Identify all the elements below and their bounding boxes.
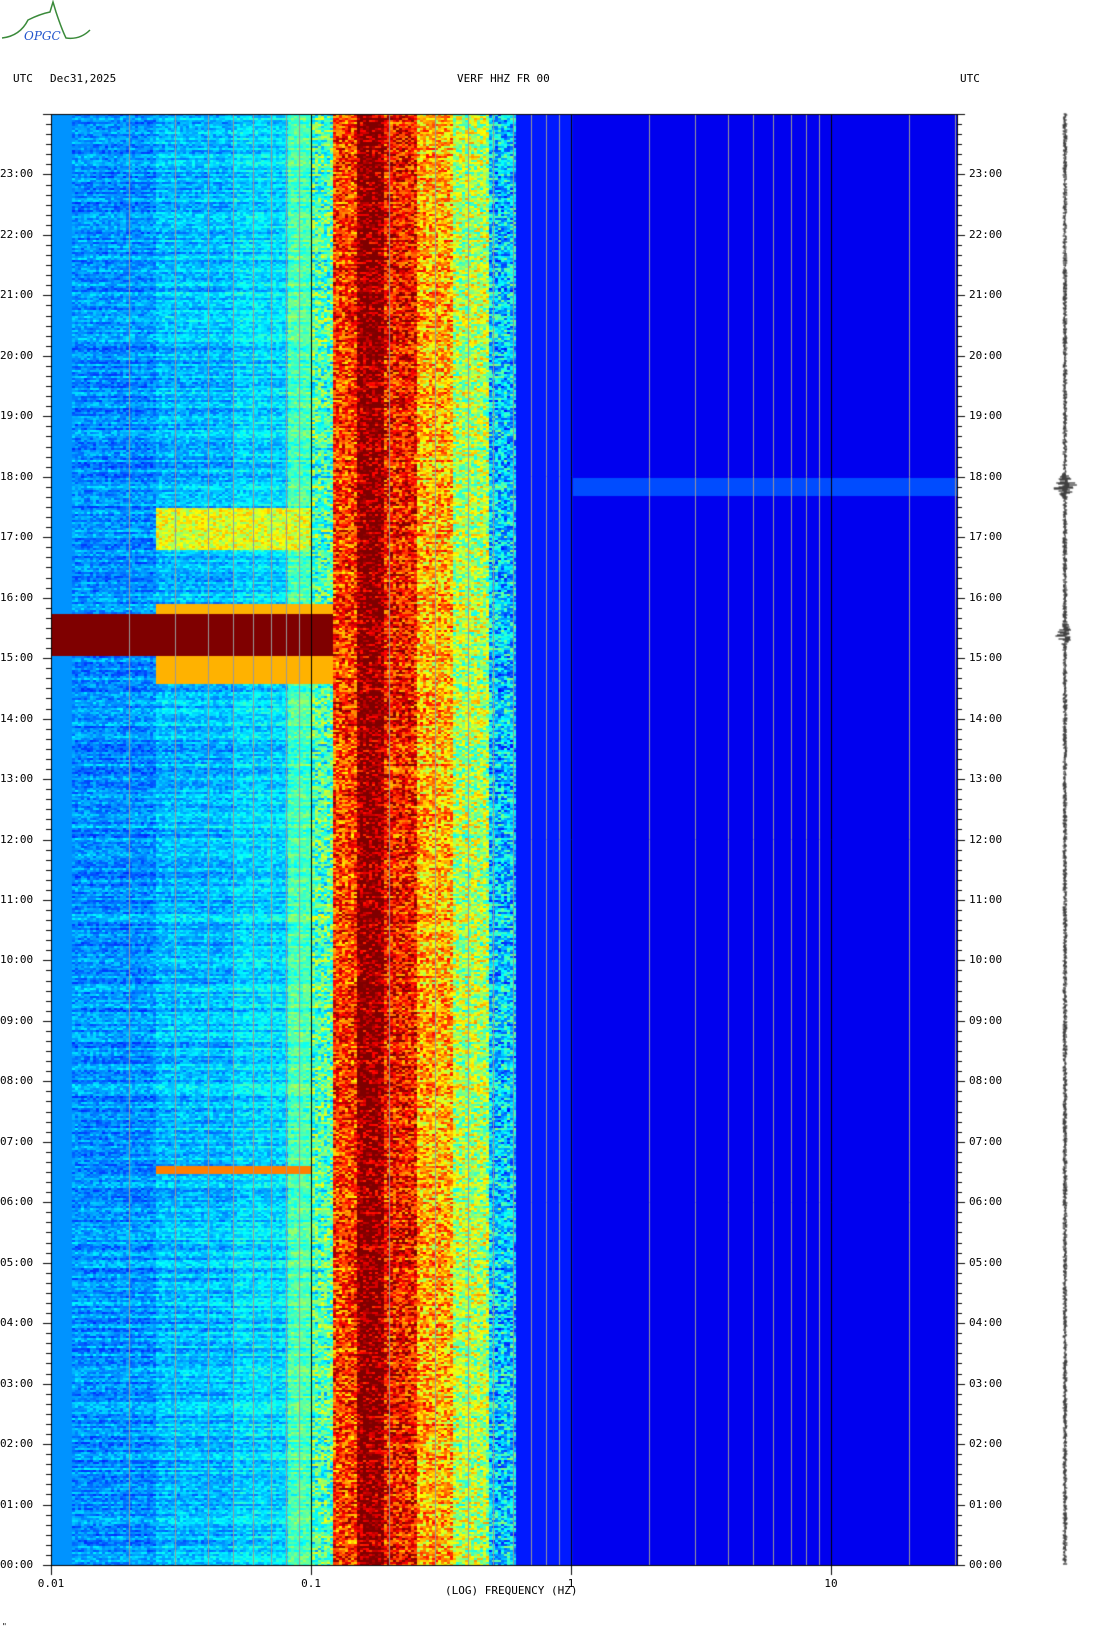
spectrogram-page: OPGC UTC Dec31,2025 VERF HHZ FR 00 UTC 0… bbox=[0, 0, 1102, 1634]
time-tick-label-left: 09:00 bbox=[0, 1013, 34, 1027]
time-tick-label-left: 21:00 bbox=[0, 288, 34, 302]
time-tick-label-right: 01:00 bbox=[969, 1497, 1003, 1511]
time-tick-label-right: 15:00 bbox=[969, 651, 1003, 665]
time-tick-label-right: 13:00 bbox=[969, 772, 1003, 786]
x-axis-title: (LOG) FREQUENCY (HZ) bbox=[445, 1584, 578, 1597]
time-tick-label-right: 20:00 bbox=[969, 348, 1003, 362]
time-tick-label-right: 17:00 bbox=[969, 530, 1003, 544]
time-tick-label-right: 14:00 bbox=[969, 711, 1003, 725]
time-tick-label-left: 17:00 bbox=[0, 530, 34, 544]
time-tick-label-left: 16:00 bbox=[0, 590, 34, 604]
opgc-logo: OPGC bbox=[1, 0, 91, 43]
time-tick-label-right: 08:00 bbox=[969, 1074, 1003, 1088]
time-tick-label-left: 20:00 bbox=[0, 348, 34, 362]
time-tick-label-left: 18:00 bbox=[0, 469, 34, 483]
station-title: VERF HHZ FR 00 bbox=[457, 72, 550, 85]
frequency-tick-label: 0.1 bbox=[301, 1577, 321, 1590]
time-tick-label-right: 06:00 bbox=[969, 1195, 1003, 1209]
date-label: Dec31,2025 bbox=[50, 72, 117, 85]
time-tick-label-left: 11:00 bbox=[0, 892, 34, 906]
time-tick-label-left: 12:00 bbox=[0, 832, 34, 846]
time-tick-label-right: 23:00 bbox=[969, 167, 1003, 181]
time-tick-label-right: 05:00 bbox=[969, 1255, 1003, 1269]
time-tick-label-right: 12:00 bbox=[969, 832, 1003, 846]
time-tick-label-left: 08:00 bbox=[0, 1074, 34, 1088]
time-tick-label-right: 09:00 bbox=[969, 1013, 1003, 1027]
time-tick-label-left: 23:00 bbox=[0, 167, 34, 181]
time-tick-label-right: 22:00 bbox=[969, 227, 1003, 241]
time-tick-label-left: 19:00 bbox=[0, 409, 34, 423]
time-tick-label-right: 18:00 bbox=[969, 469, 1003, 483]
time-tick-label-right: 11:00 bbox=[969, 892, 1003, 906]
time-tick-label-left: 22:00 bbox=[0, 227, 34, 241]
time-tick-label-left: 05:00 bbox=[0, 1255, 34, 1269]
time-tick-label-left: 01:00 bbox=[0, 1497, 34, 1511]
time-tick-label-left: 00:00 bbox=[0, 1558, 34, 1571]
time-tick-label-left: 06:00 bbox=[0, 1195, 34, 1209]
right-timezone-label: UTC bbox=[960, 72, 980, 85]
time-tick-label-left: 14:00 bbox=[0, 711, 34, 725]
time-tick-label-left: 03:00 bbox=[0, 1376, 34, 1390]
time-tick-label-left: 02:00 bbox=[0, 1437, 34, 1451]
time-tick-label-left: 07:00 bbox=[0, 1134, 34, 1148]
time-tick-label-right: 02:00 bbox=[969, 1437, 1003, 1451]
time-tick-label-right: 19:00 bbox=[969, 409, 1003, 423]
time-tick-label-right: 16:00 bbox=[969, 590, 1003, 604]
spectrogram-canvas bbox=[0, 0, 1102, 1634]
frequency-tick-label: 10 bbox=[824, 1577, 838, 1590]
footer-mark: " bbox=[2, 1622, 7, 1631]
time-tick-label-left: 04:00 bbox=[0, 1316, 34, 1330]
time-tick-label-right: 21:00 bbox=[969, 288, 1003, 302]
svg-text:OPGC: OPGC bbox=[24, 29, 61, 43]
time-tick-label-left: 13:00 bbox=[0, 772, 34, 786]
time-tick-label-right: 10:00 bbox=[969, 953, 1003, 967]
frequency-tick-label: 0.01 bbox=[37, 1577, 65, 1590]
time-tick-label-right: 04:00 bbox=[969, 1316, 1003, 1330]
time-tick-label-right: 07:00 bbox=[969, 1134, 1003, 1148]
left-timezone-label: UTC bbox=[13, 72, 33, 85]
time-tick-label-left: 10:00 bbox=[0, 953, 34, 967]
time-tick-label-right: 03:00 bbox=[969, 1376, 1003, 1390]
time-tick-label-left: 15:00 bbox=[0, 651, 34, 665]
time-tick-label-right: 00:00 bbox=[969, 1558, 1003, 1571]
